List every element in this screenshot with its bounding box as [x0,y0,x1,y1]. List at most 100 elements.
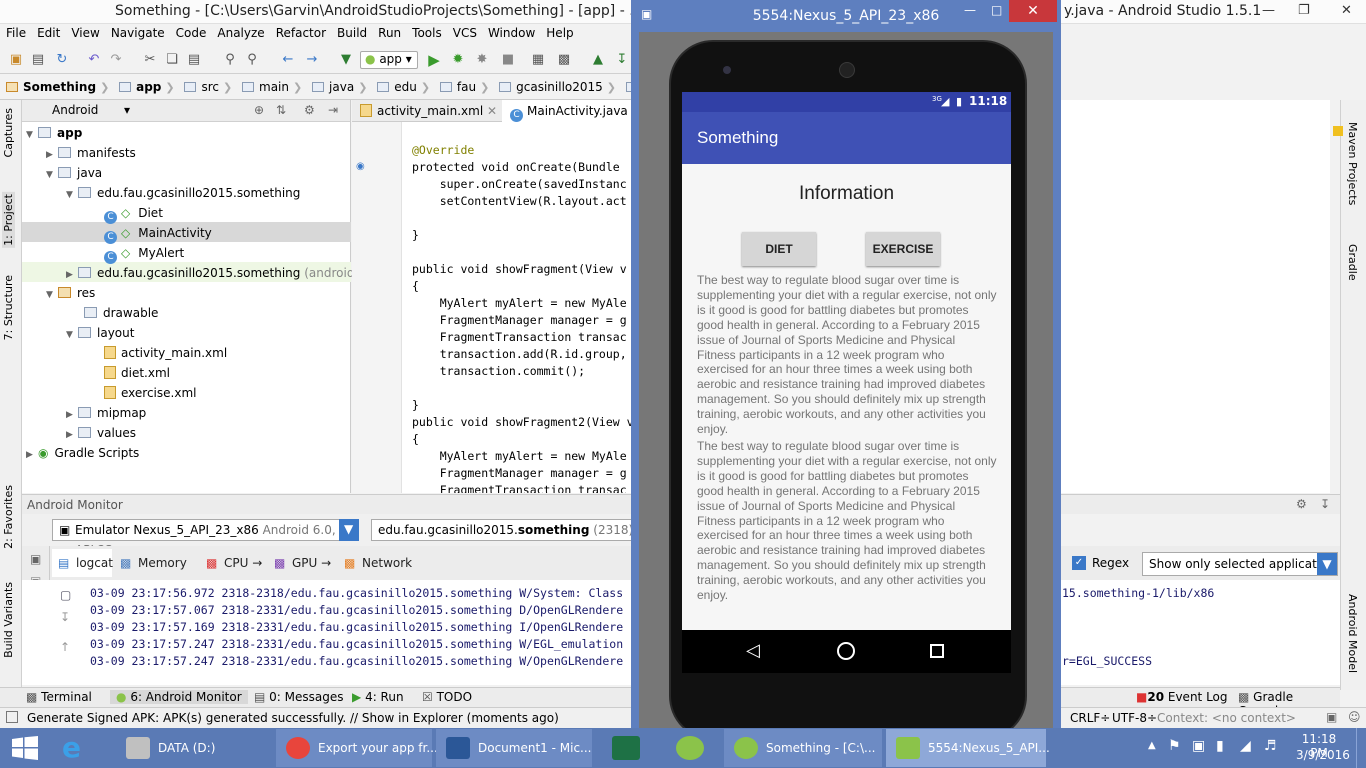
tree-item-drawable[interactable]: drawable [84,303,158,323]
tab-cpu[interactable]: ▩ CPU → [200,549,266,577]
menu-analyze[interactable]: Analyze [211,24,269,40]
inspector-icon[interactable]: ☺ [1348,710,1361,724]
excel-icon[interactable] [612,736,640,760]
scroll-to-end-icon[interactable]: ↧ [60,610,70,624]
find-icon[interactable]: ⚲ [222,52,238,68]
crumb-fau[interactable]: fau [434,76,480,94]
tree-item-myalert[interactable]: C ◇ MyAlert [104,243,184,264]
replace-icon[interactable]: ⚲ [244,52,260,68]
tab-network[interactable]: ▩Network → [338,549,424,598]
tree-item-test-package[interactable]: ▶ edu.fau.gcasinillo2015.something (andro… [66,263,383,283]
home-icon[interactable] [837,642,855,660]
tab-todo[interactable]: ☒ TODO [422,690,472,704]
tool-gradle[interactable]: Gradle [1346,244,1359,281]
tool-maven-projects[interactable]: Maven Projects [1346,122,1359,205]
tree-item-diet[interactable]: C ◇ Diet [104,203,163,224]
close-icon[interactable]: ✕ [1341,3,1352,18]
menu-run[interactable]: Run [372,24,406,40]
menu-window[interactable]: Window [482,24,540,40]
sdk-manager-icon[interactable]: ↧ [614,52,630,68]
taskbar-item-android-studio[interactable]: Something - [C:\... [724,729,882,767]
screenshot-icon[interactable]: ▣ [30,552,41,566]
tool-build-variants[interactable]: Build Variants [2,582,15,658]
menu-tools[interactable]: Tools [406,24,447,40]
menu-build[interactable]: Build [331,24,372,40]
tree-item-java[interactable]: ▼ java [46,163,102,183]
cut-icon[interactable]: ✂ [142,52,158,68]
device-screen[interactable]: 3G ◢ ▮ 11:18 Something Information DIET … [682,92,1011,673]
internet-explorer-icon[interactable]: e [62,732,96,764]
forward-icon[interactable]: → [304,52,320,68]
override-marker-icon[interactable]: ◉ [356,161,365,172]
line-separator[interactable]: CRLF÷ [1070,711,1110,725]
debug-icon[interactable]: ✹ [450,52,466,68]
menu-vcs[interactable]: VCS [447,24,482,40]
back-icon[interactable]: ◁ [746,640,760,661]
wifi-icon[interactable]: ◢ [1240,738,1251,754]
tree-item-mainactivity[interactable]: C ◇ MainActivity [104,223,212,244]
make-project-icon[interactable]: ▼ [338,52,354,68]
minimize-icon[interactable]: — [964,3,976,17]
sync-scroll-icon[interactable]: ⊕ [254,103,264,117]
crumb-main[interactable]: main [236,76,293,94]
tree-item-package[interactable]: ▼ edu.fau.gcasinillo2015.something [66,183,300,203]
device-select[interactable]: ▣ Emulator Nexus_5_API_23_x86 Android 6.0… [52,519,359,557]
file-encoding[interactable]: UTF-8÷ [1112,711,1157,725]
up-icon[interactable]: ↑ [60,640,70,654]
menu-code[interactable]: Code [170,24,212,40]
undo-icon[interactable]: ↶ [86,52,102,68]
process-select[interactable]: edu.fau.gcasinillo2015.something (2318) [371,519,636,541]
crumb-edu[interactable]: edu [371,76,421,94]
hide-panel-icon[interactable]: ⇥ [328,103,338,117]
gear-icon[interactable]: ⚙ [304,103,315,117]
project-view-select[interactable]: Android ▾ [30,103,150,119]
crumb-src[interactable]: src [178,76,223,94]
back-icon[interactable]: ← [280,52,296,68]
minimize-icon[interactable]: — [1262,3,1275,18]
diet-button[interactable]: DIET [742,232,816,266]
tab-event-log[interactable]: ■20 Event Log [1136,690,1228,704]
volume-icon[interactable]: ♬ [1264,738,1277,754]
warning-marker-icon[interactable] [1333,126,1343,136]
windows-start-icon[interactable] [12,736,38,760]
tab-memory[interactable]: ▩Memory → [114,549,198,598]
tab-android-monitor[interactable]: ● 6: Android Monitor [110,690,248,704]
project-structure-icon[interactable]: ▩ [556,52,572,68]
tab-run[interactable]: ▶ 4: Run [352,690,404,704]
tree-item-exercise-xml[interactable]: exercise.xml [104,383,196,403]
tab-gpu[interactable]: ▩ GPU → [268,549,336,577]
avd-manager-icon[interactable]: ▲ [590,52,606,68]
tool-project[interactable]: 1: Project [2,192,15,248]
close-icon[interactable]: ✕ [1009,0,1057,22]
maximize-icon[interactable]: □ [991,3,1002,17]
copy-icon[interactable]: ❏ [164,52,180,68]
show-desktop-button[interactable] [1356,728,1366,768]
sync-icon[interactable]: ↻ [54,52,70,68]
hide-panel-icon[interactable]: ↧ [1320,497,1330,511]
recents-icon[interactable] [930,644,944,658]
coverage-icon[interactable]: ■ [500,52,516,68]
save-icon[interactable]: ▤ [30,52,46,68]
exercise-button[interactable]: EXERCISE [866,232,940,266]
redo-icon[interactable]: ↷ [108,52,124,68]
menu-view[interactable]: View [65,24,104,40]
tree-item-values[interactable]: ▶ values [66,423,136,443]
tree-item-gradle-scripts[interactable]: ▶ ◉ Gradle Scripts [26,443,139,463]
menu-refactor[interactable]: Refactor [270,24,331,40]
run-icon[interactable]: ▶ [426,52,442,68]
clear-log-icon[interactable]: ▢ [60,588,71,602]
tab-messages[interactable]: ▤ 0: Messages [254,690,344,704]
tab-logcat[interactable]: ▤ logcat [52,549,113,577]
taskbar-item-emulator[interactable]: 5554:Nexus_5_API... [886,729,1050,767]
menu-file[interactable]: File [0,24,31,40]
tab-activity-main-xml[interactable]: activity_main.xml ✕ [352,100,502,122]
maximize-icon[interactable]: ❐ [1298,3,1310,18]
menu-edit[interactable]: Edit [31,24,65,40]
toggle-tool-windows-icon[interactable] [6,711,18,723]
tree-item-diet-xml[interactable]: diet.xml [104,363,170,383]
menu-help[interactable]: Help [540,24,578,40]
android-studio-icon[interactable] [676,736,704,760]
taskbar-item-data-drive[interactable]: DATA (D:) [116,729,272,767]
tree-item-res[interactable]: ▼ res [46,283,95,303]
menu-navigate[interactable]: Navigate [105,24,170,40]
